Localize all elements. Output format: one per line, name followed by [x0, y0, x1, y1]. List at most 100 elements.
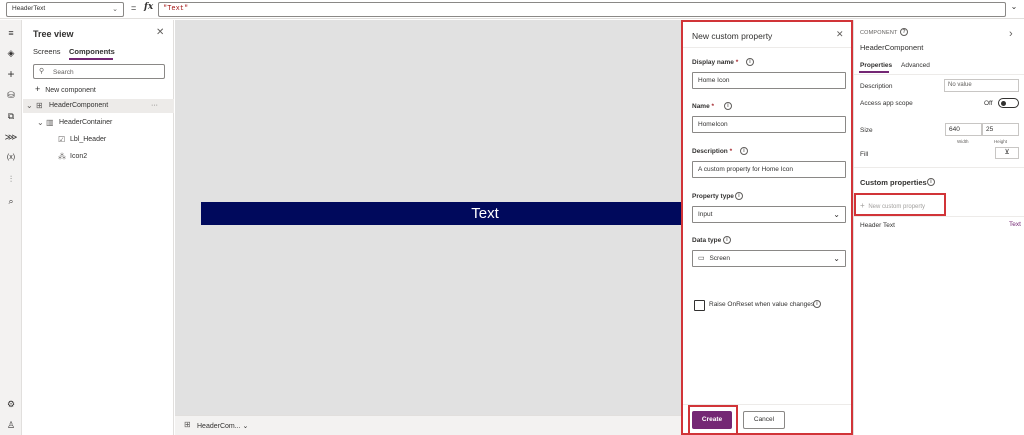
access-app-scope-value: Off — [984, 100, 993, 107]
search-icon[interactable]: ⌕ — [3, 194, 19, 208]
plus-icon: + — [860, 201, 865, 210]
tree-item-icon2[interactable]: ⁂ Icon2 — [23, 150, 174, 164]
paint-bucket-icon: ⊻ — [1004, 149, 1010, 156]
properties-pane: COMPONENT ? HeaderComponent › Properties… — [853, 20, 1024, 435]
custom-property-type: Text — [1009, 221, 1021, 228]
power-automate-icon[interactable]: ⋙ — [3, 130, 19, 144]
expand-formula-chevron-icon[interactable]: ⌄ — [1008, 2, 1020, 17]
display-name-input[interactable]: Home Icon — [692, 72, 846, 89]
required-marker: * — [711, 103, 715, 110]
display-name-label: Display name * — [692, 59, 738, 66]
menu-icon[interactable]: ≡ — [3, 26, 19, 40]
toggle-knob — [1001, 100, 1006, 106]
screen-icon: ▭ — [698, 255, 705, 262]
label-icon: ☑ — [58, 135, 66, 144]
info-icon[interactable]: i — [927, 178, 935, 186]
tree-item-label: Icon2 — [70, 153, 88, 160]
chevron-right-icon[interactable]: › — [1009, 28, 1013, 40]
new-custom-property-panel: New custom property ✕ Display name * i H… — [681, 20, 853, 435]
chevron-down-icon: ⌄ — [37, 118, 44, 127]
name-label: Name * — [692, 103, 714, 110]
component-icon: ⊞ — [36, 101, 43, 110]
chevron-down-icon: ⌄ — [833, 210, 840, 219]
info-icon[interactable]: i — [813, 300, 821, 308]
name-input[interactable]: HomeIcon — [692, 116, 846, 133]
size-label: Size — [860, 127, 873, 134]
property-type-dropdown[interactable]: Input ⌄ — [692, 206, 846, 223]
tab-advanced[interactable]: Advanced — [901, 62, 930, 69]
settings-icon[interactable]: ⚙ — [3, 397, 19, 411]
tree-item-headercontainer[interactable]: ⌄ ▥ HeaderContainer — [23, 116, 174, 130]
advanced-tools-icon[interactable]: ⫶ — [3, 172, 19, 186]
new-component-button[interactable]: + New component — [35, 84, 96, 94]
fill-color-picker[interactable]: ⊻ — [995, 147, 1019, 159]
raise-onreset-checkbox[interactable] — [694, 300, 705, 311]
tree-view-title: Tree view — [33, 29, 74, 39]
chevron-down-icon: ⌄ — [242, 423, 249, 430]
info-icon[interactable]: i — [746, 58, 754, 66]
info-icon[interactable]: i — [735, 192, 743, 200]
height-caption: Height — [994, 139, 1008, 144]
tree-item-label: HeaderComponent — [49, 102, 109, 109]
formula-input[interactable]: "Text" — [158, 2, 1006, 17]
active-tab-indicator — [69, 58, 113, 60]
width-caption: Width — [957, 139, 969, 144]
account-icon[interactable]: ♙ — [3, 418, 19, 432]
layers-icon[interactable]: ◈ — [3, 46, 19, 60]
component-selector-label: HeaderCom... — [197, 423, 241, 430]
height-input[interactable]: 25 — [982, 123, 1019, 136]
custom-properties-title: Custom properties — [860, 178, 927, 187]
tree-item-lbl-header[interactable]: ☑ Lbl_Header — [23, 133, 174, 147]
cancel-button[interactable]: Cancel — [743, 411, 785, 429]
description-input[interactable]: No value — [944, 79, 1019, 92]
help-icon[interactable]: ? — [900, 28, 908, 36]
name-label-text: Name — [692, 103, 710, 110]
plus-icon: + — [35, 84, 41, 94]
description-label: Description * — [692, 148, 732, 155]
property-type-label: Property type — [692, 193, 734, 200]
chevron-down-icon: ⌄ — [26, 101, 33, 110]
component-selector[interactable]: HeaderCom... ⌄ — [197, 422, 248, 430]
tree-item-headercomponent[interactable]: ⌄ ⊞ HeaderComponent ··· — [23, 99, 174, 113]
data-type-value: Screen — [709, 255, 731, 262]
property-type-value: Input — [698, 211, 713, 218]
data-type-label: Data type — [692, 237, 722, 244]
left-rail: ≡ ◈ + ⛁ ⧉ ⋙ (x) ⫶ ⌕ ⚙ ♙ — [0, 20, 22, 435]
raise-onreset-label: Raise OnReset when value changes — [709, 301, 815, 308]
tab-components[interactable]: Components — [69, 47, 115, 56]
insert-icon[interactable]: + — [3, 67, 19, 81]
description-label-text: Description — [692, 148, 728, 155]
tab-screens[interactable]: Screens — [33, 47, 61, 56]
equals-sign: = — [131, 3, 137, 13]
divider — [854, 74, 1024, 75]
create-button[interactable]: Create — [692, 411, 732, 429]
width-input[interactable]: 640 — [945, 123, 982, 136]
info-icon[interactable]: i — [724, 102, 732, 110]
new-custom-property-button[interactable]: + New custom property — [860, 201, 925, 210]
access-app-scope-toggle[interactable] — [998, 98, 1019, 108]
data-icon[interactable]: ⛁ — [3, 88, 19, 102]
search-icon: ⚲ — [39, 68, 45, 75]
active-tab-indicator — [859, 71, 889, 73]
description-input[interactable]: A custom property for Home Icon — [692, 161, 846, 178]
variables-icon[interactable]: (x) — [3, 151, 19, 165]
property-dropdown-value: HeaderText — [12, 5, 46, 12]
close-icon[interactable]: ✕ — [156, 27, 164, 38]
formula-bar: HeaderText ⌄ = fx "Text" ⌄ — [0, 0, 1024, 19]
tab-properties[interactable]: Properties — [860, 62, 892, 69]
close-icon[interactable]: ✕ — [836, 29, 844, 40]
media-icon[interactable]: ⧉ — [3, 109, 19, 123]
search-input[interactable]: ⚲ Search — [33, 64, 165, 79]
property-dropdown[interactable]: HeaderText ⌄ — [6, 2, 124, 17]
component-icon: ⊞ — [184, 420, 191, 429]
data-type-dropdown[interactable]: ▭ Screen ⌄ — [692, 250, 846, 267]
more-options-icon[interactable]: ··· — [151, 99, 158, 113]
panel-title: New custom property — [692, 31, 773, 41]
new-component-label: New component — [45, 87, 96, 94]
info-icon[interactable]: i — [740, 147, 748, 155]
custom-property-name[interactable]: Header Text — [860, 222, 895, 229]
info-icon[interactable]: i — [723, 236, 731, 244]
chevron-down-icon: ⌄ — [112, 6, 118, 13]
divider — [854, 216, 1024, 217]
new-custom-property-label: New custom property — [868, 204, 926, 210]
